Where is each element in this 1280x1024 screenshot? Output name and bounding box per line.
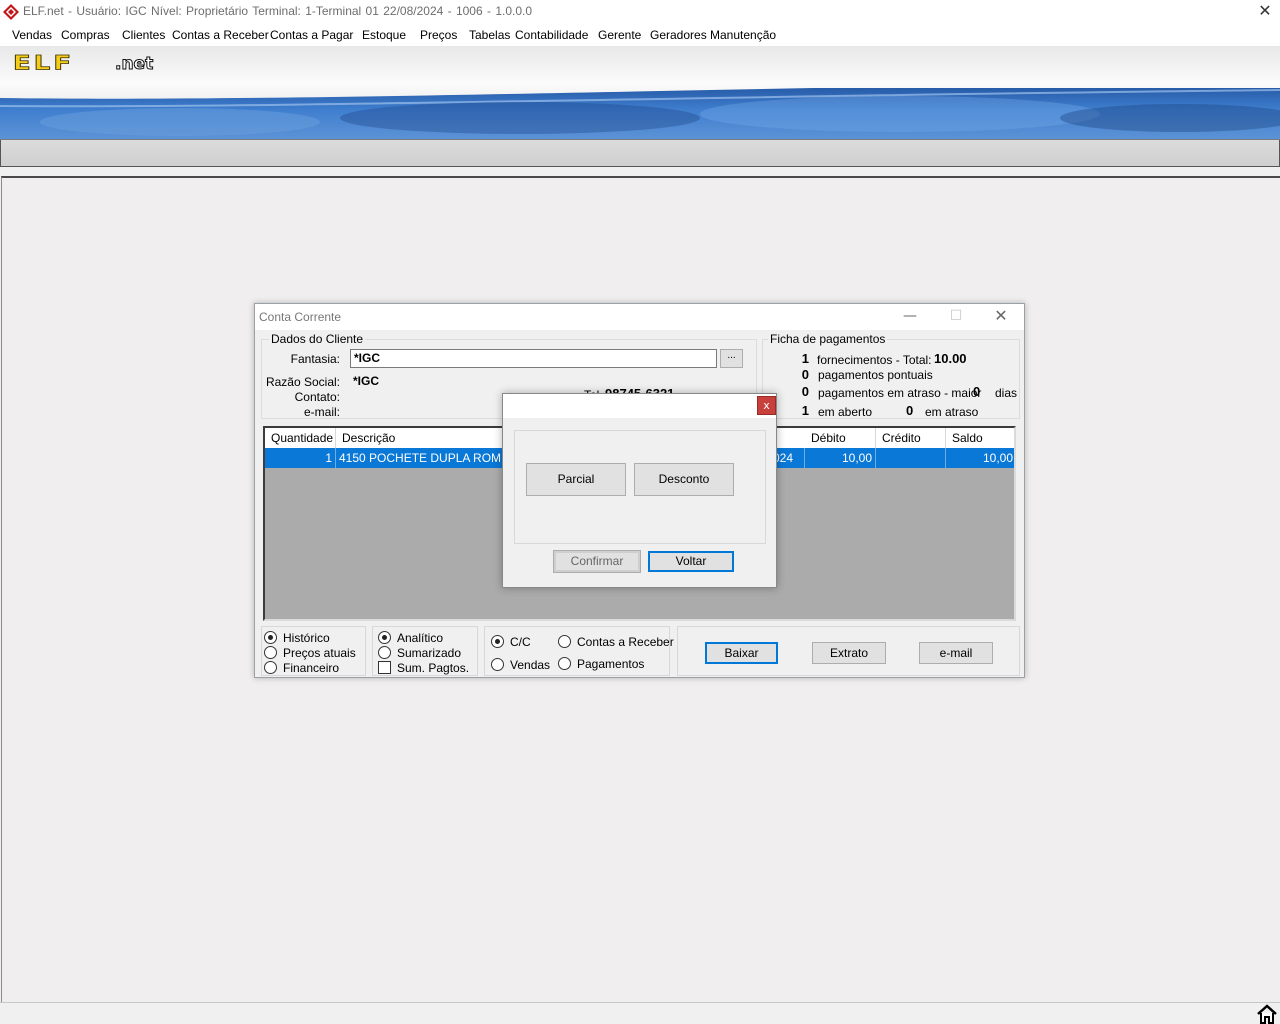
radio-label: Vendas: [510, 658, 551, 672]
menu-estoque[interactable]: Estoque: [362, 28, 406, 42]
browse-client-button[interactable]: ...: [720, 349, 743, 368]
radio-label: C/C: [510, 635, 531, 649]
confirmar-button[interactable]: Confirmar: [553, 550, 641, 573]
app-title-bar: ELF.net - Usuário: IGC Nível: Proprietár…: [0, 0, 1280, 24]
col-debito[interactable]: Débito: [805, 428, 876, 448]
menu-gerente[interactable]: Gerente: [598, 28, 641, 42]
radio-label: Contas a Receber: [577, 635, 674, 649]
actions-panel: Baixar Extrato e-mail: [677, 626, 1020, 676]
ficha-pagamentos-group: Ficha de pagamentos 1 fornecimentos - To…: [762, 332, 1020, 419]
col-descricao[interactable]: Descrição: [336, 428, 506, 448]
net-logo-text: .net: [114, 54, 154, 75]
radio-indicator: [378, 631, 391, 644]
app-logo-icon: [3, 4, 19, 20]
col-saldo[interactable]: Saldo: [946, 428, 1014, 448]
menu-contas-a-pagar[interactable]: Contas a Pagar: [270, 28, 353, 42]
checkbox-indicator: [378, 661, 391, 674]
app-title: ELF.net - Usuário: IGC Nível: Proprietár…: [23, 4, 533, 18]
radio-indicator: [558, 635, 571, 648]
radio-indicator: [264, 631, 277, 644]
radio-indicator: [491, 658, 504, 671]
status-bar: [0, 1002, 1280, 1024]
voltar-button[interactable]: Voltar: [648, 551, 734, 572]
radio-indicator: [558, 657, 571, 670]
view-options-panel: Histórico Preços atuais Financeiro: [261, 626, 366, 676]
atraso-label: pagamentos em atraso - maior: [818, 386, 982, 400]
toolbar-strip: [0, 140, 1280, 167]
banner-graphic: [0, 88, 1280, 139]
menu-vendas[interactable]: Vendas: [12, 28, 52, 42]
menu-geradores[interactable]: Geradores: [650, 28, 707, 42]
dialog-close-button[interactable]: x: [757, 396, 776, 415]
radio-label: Histórico: [283, 631, 330, 645]
fantasia-input[interactable]: *IGC: [350, 349, 717, 368]
fantasia-label: Fantasia:: [290, 352, 340, 366]
atraso-maior-value: 0: [973, 384, 981, 399]
dias-label: dias: [995, 386, 1018, 400]
radio-indicator: [264, 661, 277, 674]
email-label: e-mail:: [303, 405, 340, 419]
em-atraso-count: 0: [906, 403, 914, 418]
aberto-label: em aberto: [818, 405, 873, 419]
minimize-button[interactable]: —: [887, 304, 933, 330]
baixar-button[interactable]: Baixar: [705, 642, 778, 664]
razao-social-value: *IGC: [353, 374, 380, 388]
radio-indicator: [264, 646, 277, 659]
app-close-button[interactable]: ✕: [1250, 0, 1280, 24]
razao-social-label: Razão Social:: [265, 375, 340, 389]
cell-descricao: 4150 POCHETE DUPLA ROMIX F: [339, 451, 506, 465]
pontuais-count: 0: [801, 367, 809, 382]
total-value: 10.00: [934, 351, 967, 366]
window-close-button[interactable]: ✕: [978, 304, 1024, 330]
app-banner: ELF .net: [0, 46, 1280, 140]
dados-cliente-legend: Dados do Cliente: [269, 332, 366, 346]
atraso-count: 0: [801, 384, 809, 399]
fornecimentos-label: fornecimentos - Total:: [817, 353, 932, 367]
radio-label: Sumarizado: [397, 646, 462, 660]
baixa-options-panel: Parcial Desconto: [514, 430, 766, 544]
radio-indicator: [378, 646, 391, 659]
menu-contabilidade[interactable]: Contabilidade: [515, 28, 588, 42]
menu-bar: Vendas Compras Clientes Contas a Receber…: [0, 24, 1280, 46]
maximize-button[interactable]: ☐: [933, 304, 979, 330]
menu-compras[interactable]: Compras: [61, 28, 110, 42]
col-quantidade[interactable]: Quantidade: [265, 428, 336, 448]
conta-corrente-title-bar: Conta Corrente — ☐ ✕: [255, 304, 1024, 330]
contato-label: Contato:: [294, 390, 340, 404]
menu-contas-a-receber[interactable]: Contas a Receber: [172, 28, 269, 42]
type-options-panel: C/C Contas a Receber Vendas Pagamentos: [484, 626, 674, 676]
detail-options-panel: Analítico Sumarizado Sum. Pagtos.: [372, 626, 478, 676]
col-credito[interactable]: Crédito: [876, 428, 946, 448]
radio-indicator: [491, 635, 504, 648]
radio-label: Preços atuais: [283, 646, 356, 660]
extrato-button[interactable]: Extrato: [812, 642, 886, 664]
radio-label: Analítico: [397, 631, 444, 645]
menu-tabelas[interactable]: Tabelas: [469, 28, 510, 42]
desconto-button[interactable]: Desconto: [634, 463, 734, 496]
parcial-button[interactable]: Parcial: [526, 463, 626, 496]
conta-corrente-title: Conta Corrente: [259, 310, 342, 324]
cell-quantidade: 1: [265, 448, 336, 468]
ficha-pagamentos-legend: Ficha de pagamentos: [768, 332, 888, 346]
pontuais-label: pagamentos pontuais: [818, 368, 933, 382]
cell-saldo: 10,00: [982, 451, 1013, 465]
home-icon[interactable]: [1256, 1004, 1278, 1024]
checkbox-label: Sum. Pagtos.: [397, 661, 470, 675]
fornecimentos-count: 1: [801, 351, 809, 366]
em-atraso-label: em atraso: [925, 405, 979, 419]
cell-debito: 10,00: [805, 448, 876, 468]
menu-manutencao[interactable]: Manutenção: [710, 28, 776, 42]
aberto-count: 1: [801, 403, 809, 418]
email-button[interactable]: e-mail: [919, 642, 993, 664]
baixa-dialog: x Parcial Desconto Confirmar Voltar: [502, 393, 777, 588]
baixa-dialog-title-bar: x: [503, 394, 776, 418]
cell-credito: [876, 448, 946, 468]
menu-precos[interactable]: Preços: [420, 28, 457, 42]
radio-label: Financeiro: [283, 661, 340, 675]
menu-clientes[interactable]: Clientes: [122, 28, 165, 42]
radio-label: Pagamentos: [577, 657, 645, 671]
elf-logo-text: ELF: [12, 52, 75, 75]
